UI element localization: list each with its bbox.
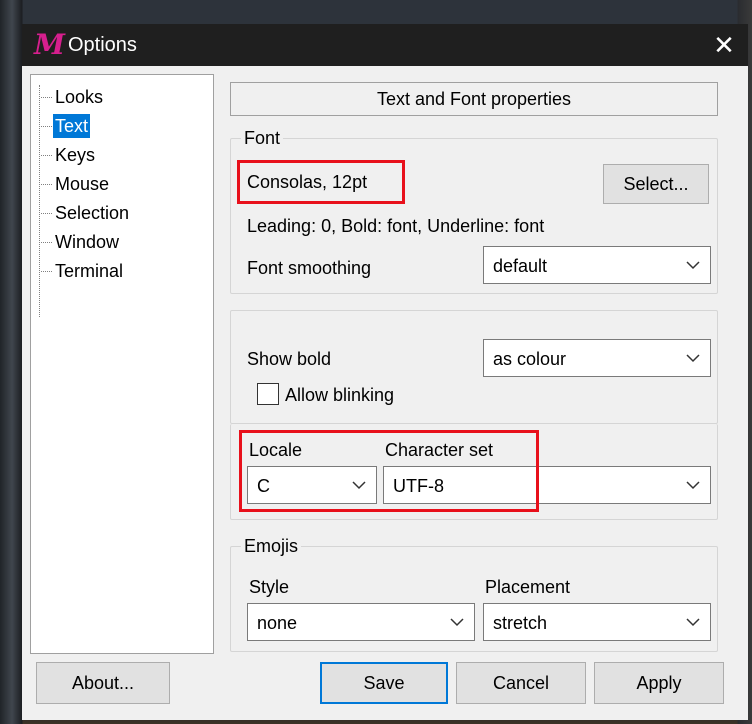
font-details-text: Leading: 0, Bold: font, Underline: font xyxy=(247,216,545,236)
cancel-button[interactable]: Cancel xyxy=(456,662,586,704)
title-bar: M Options ✕ xyxy=(22,24,748,66)
show-bold-select[interactable]: as colour xyxy=(483,339,711,377)
tree-item-mouse[interactable]: Mouse xyxy=(41,172,111,196)
about-button[interactable]: About... xyxy=(36,662,170,704)
tree-item-window[interactable]: Window xyxy=(41,230,121,254)
window-title: Options xyxy=(68,34,137,56)
chevron-down-icon xyxy=(450,618,464,627)
category-tree: Looks Text Keys Mouse Selection Window T… xyxy=(30,74,214,654)
emoji-placement-label: Placement xyxy=(485,577,571,597)
select-font-button[interactable]: Select... xyxy=(603,164,709,204)
show-bold-label: Show bold xyxy=(247,349,332,369)
chevron-down-icon xyxy=(686,354,700,363)
font-smoothing-select[interactable]: default xyxy=(483,246,711,284)
chevron-down-icon xyxy=(686,618,700,627)
emoji-placement-select[interactable]: stretch xyxy=(483,603,711,641)
tree-item-terminal[interactable]: Terminal xyxy=(41,259,125,283)
allow-blinking-checkbox[interactable] xyxy=(257,383,279,405)
options-dialog: M Options ✕ Looks Text Keys Mouse Select… xyxy=(22,24,748,720)
bold-group: Show bold as colour Allow blinking xyxy=(230,310,718,424)
annotation-highlight-locale xyxy=(239,430,539,512)
font-group: Font Consolas, 12pt Select... Leading: 0… xyxy=(230,126,718,294)
emoji-style-select[interactable]: none xyxy=(247,603,475,641)
apply-button[interactable]: Apply xyxy=(594,662,724,704)
tree-item-looks[interactable]: Looks xyxy=(41,85,105,109)
emoji-style-label: Style xyxy=(249,577,290,597)
page-title: Text and Font properties xyxy=(230,82,718,116)
mintty-app-icon: M xyxy=(34,28,65,61)
font-smoothing-label: Font smoothing xyxy=(247,258,372,278)
allow-blinking-label: Allow blinking xyxy=(285,385,395,405)
tree-item-selection[interactable]: Selection xyxy=(41,201,131,225)
save-button[interactable]: Save xyxy=(320,662,448,704)
emojis-group: Emojis Style Placement none stretch xyxy=(230,534,718,652)
emojis-group-title: Emojis xyxy=(241,534,302,558)
font-group-title: Font xyxy=(241,126,284,150)
annotation-highlight-font xyxy=(237,160,405,204)
tree-item-text[interactable]: Text xyxy=(41,114,91,138)
tree-item-keys[interactable]: Keys xyxy=(41,143,97,167)
chevron-down-icon xyxy=(686,261,700,270)
locale-group: Locale Character set C UTF-8 xyxy=(230,424,718,520)
chevron-down-icon xyxy=(686,481,700,490)
tree-connector-line xyxy=(39,85,40,317)
close-icon[interactable]: ✕ xyxy=(700,24,748,66)
